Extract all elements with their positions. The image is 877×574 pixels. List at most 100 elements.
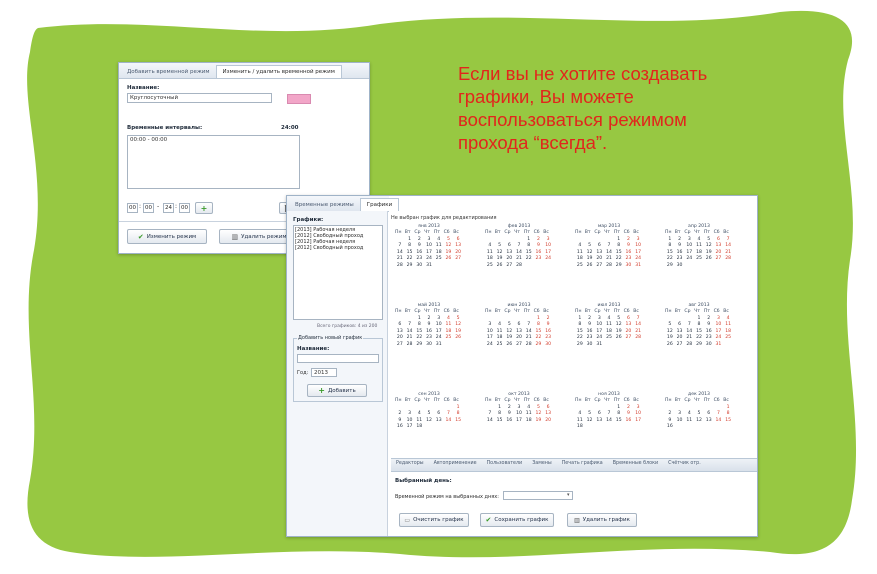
calendar-day[interactable]: 16 [704,329,714,334]
calendar-day[interactable]: 6 [704,411,714,416]
calendar-day[interactable]: 9 [395,418,405,423]
calendar-day[interactable]: 9 [665,418,675,423]
calendar-day[interactable]: 2 [395,411,405,416]
calendar-day[interactable]: 29 [694,342,704,347]
calendar-day[interactable]: 17 [684,250,694,255]
calendar-day[interactable]: 1 [694,316,704,321]
mode-select[interactable] [503,491,573,500]
calendar-day[interactable]: 4 [723,316,733,321]
calendar-day[interactable]: 22 [575,335,585,340]
calendar-day[interactable]: 27 [594,263,604,268]
calendar-day[interactable]: 5 [504,322,514,327]
calendar-day[interactable]: 2 [675,237,685,242]
calendar-day[interactable]: 11 [524,411,534,416]
calendar-day[interactable]: 17 [514,418,524,423]
calendar-day[interactable]: 25 [485,263,495,268]
calendar-day[interactable]: 10 [714,322,724,327]
calendar-day[interactable]: 27 [514,342,524,347]
calendar-day[interactable]: 18 [434,250,444,255]
calendar-day[interactable]: 1 [524,237,534,242]
calendar-day[interactable]: 5 [585,243,595,248]
calendar-day[interactable]: 21 [684,335,694,340]
calendar-day[interactable]: 1 [723,405,733,410]
calendar-day[interactable]: 14 [684,329,694,334]
calendar-day[interactable]: 16 [665,424,675,429]
calendar-day[interactable]: 26 [453,335,463,340]
calendar-day[interactable]: 12 [694,418,704,423]
calendar-day[interactable]: 4 [414,411,424,416]
bottom-tab[interactable]: Замены [527,459,557,471]
calendar-day[interactable]: 15 [665,250,675,255]
calendar-day[interactable]: 2 [624,237,634,242]
calendar-day[interactable]: 10 [514,411,524,416]
calendar-day[interactable]: 11 [604,322,614,327]
calendar-day[interactable]: 7 [444,411,454,416]
tab-schedules[interactable]: Графики [359,198,400,211]
calendar-day[interactable]: 18 [604,329,614,334]
bottom-tab[interactable]: Редакторы [391,459,429,471]
calendar-day[interactable]: 6 [675,322,685,327]
calendar-day[interactable]: 30 [704,342,714,347]
calendar-day[interactable]: 17 [434,329,444,334]
calendar-day[interactable]: 5 [534,405,544,410]
calendar-day[interactable]: 30 [585,342,595,347]
calendar-day[interactable]: 7 [485,411,495,416]
calendar-day[interactable]: 12 [534,411,544,416]
calendar-day[interactable]: 28 [405,342,415,347]
calendar-day[interactable]: 17 [633,418,643,423]
calendar-day[interactable]: 29 [414,342,424,347]
calendar-day[interactable]: 8 [453,411,463,416]
calendar-day[interactable]: 7 [604,243,614,248]
calendar-day[interactable]: 12 [585,250,595,255]
calendar-day[interactable]: 13 [543,411,553,416]
calendar-day[interactable]: 23 [543,335,553,340]
calendar-day[interactable]: 9 [624,411,634,416]
calendar-day[interactable]: 21 [405,335,415,340]
calendar-day[interactable]: 24 [633,256,643,261]
calendar-day[interactable]: 23 [624,256,634,261]
calendar-day[interactable]: 27 [453,256,463,261]
calendar-day[interactable]: 19 [534,418,544,423]
calendar-day[interactable]: 29 [665,263,675,268]
calendar-day[interactable]: 4 [524,405,534,410]
calendar-day[interactable]: 30 [624,263,634,268]
calendar-day[interactable]: 3 [633,237,643,242]
calendar-day[interactable]: 5 [495,243,505,248]
calendar-day[interactable]: 1 [614,237,624,242]
calendar-day[interactable]: 11 [575,418,585,423]
calendar-day[interactable]: 8 [665,243,675,248]
calendar-day[interactable]: 13 [453,243,463,248]
calendar-day[interactable]: 24 [543,256,553,261]
calendar-day[interactable]: 30 [543,342,553,347]
calendar-day[interactable]: 28 [395,263,405,268]
calendar-day[interactable]: 10 [633,243,643,248]
calendar-day[interactable]: 24 [424,256,434,261]
calendar-day[interactable]: 23 [534,256,544,261]
calendar-day[interactable]: 7 [395,243,405,248]
schedules-list[interactable]: [2013] Рабочая неделя [2012] Свободный п… [293,225,383,320]
calendar-day[interactable]: 9 [624,243,634,248]
calendar-day[interactable]: 16 [624,250,634,255]
calendar-day[interactable]: 20 [624,329,634,334]
calendar-day[interactable]: 20 [395,335,405,340]
calendar-day[interactable]: 26 [495,263,505,268]
calendar-day[interactable]: 9 [543,322,553,327]
calendar-day[interactable]: 27 [714,256,724,261]
calendar-day[interactable]: 5 [424,411,434,416]
calendar-day[interactable]: 17 [633,250,643,255]
calendar-day[interactable]: 13 [434,418,444,423]
calendar-day[interactable]: 7 [684,322,694,327]
calendar-day[interactable]: 5 [694,411,704,416]
calendar-day[interactable]: 20 [504,256,514,261]
calendar-day[interactable]: 8 [694,322,704,327]
calendar-day[interactable]: 9 [675,243,685,248]
calendar-day[interactable]: 1 [665,237,675,242]
calendar-day[interactable]: 14 [485,418,495,423]
calendar-day[interactable]: 7 [723,237,733,242]
add-schedule-button[interactable]: + Добавить [307,384,367,397]
calendar-day[interactable]: 10 [633,411,643,416]
calendar-day[interactable]: 7 [604,411,614,416]
calendar-day[interactable]: 14 [604,250,614,255]
calendar-day[interactable]: 23 [414,256,424,261]
calendar-day[interactable]: 24 [434,335,444,340]
